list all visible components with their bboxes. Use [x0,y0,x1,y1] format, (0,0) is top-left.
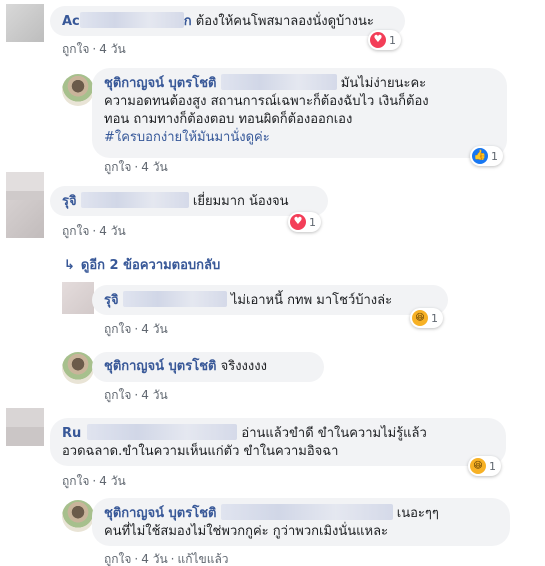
like-link[interactable]: ถูกใจ [104,552,131,566]
timestamp[interactable]: 4 วัน [141,552,167,566]
comment-author[interactable]: ชุติกาญจน์ บุตรโชติ [104,359,216,374]
avatar[interactable] [62,352,94,384]
comment-author[interactable]: รุจิ [104,293,119,308]
timestamp[interactable]: 4 วัน [141,322,167,336]
redacted-text [220,504,393,520]
avatar[interactable] [6,408,44,446]
view-more-replies-link[interactable]: ↳ ดูอีก 2 ข้อความตอบกลับ [64,254,220,275]
love-icon: ♥ [370,32,386,48]
avatar[interactable] [62,500,94,532]
comment-text: ต้องให้คนโพสมาลองนั่งดูบ้างนะ [195,14,374,29]
comment-thread: Ac ก ต้องให้คนโพสมาลองนั่งดูบ้างนะ ♥ 1 ถูก… [0,0,545,566]
redacted-name [80,192,189,208]
comment-text: จริงงงงง [220,359,267,374]
reaction-count-value: 1 [309,215,316,229]
comment-text: เยี่ยมมาก น้องจน [192,194,289,209]
reaction-count-value: 1 [389,33,396,47]
reaction-count[interactable]: ♥ 1 [368,30,401,50]
avatar[interactable] [62,74,94,106]
comment-meta: ถูกใจ · 4 วัน [62,224,126,238]
comment-text-line: คนที่ไม่ใช้สมองไม่ใช่พวกกูค่ะ กูว่าพวกเม… [104,524,389,539]
timestamp[interactable]: 4 วัน [99,42,125,56]
comment-meta: ถูกใจ · 4 วัน [62,474,126,488]
timestamp[interactable]: 4 วัน [141,160,167,174]
like-link[interactable]: ถูกใจ [62,42,89,56]
comment-meta: ถูกใจ · 4 วัน [104,322,168,336]
comment-bubble: Ru อ่านแล้วขำดี ขำในความไม่รู้แล้ว อวดฉล… [50,418,506,466]
hashtag-link[interactable]: #ใครบอกง่ายให้มันมานั่งดูค่ะ [104,129,495,147]
avatar[interactable] [62,282,94,314]
reaction-count-value: 1 [431,311,438,325]
edited-label[interactable]: แก้ไขแล้ว [177,552,228,566]
comment-meta: ถูกใจ · 4 วัน · แก้ไขแล้ว [104,552,229,566]
comment-meta: ถูกใจ · 4 วัน [62,42,126,56]
like-icon: 👍 [472,148,488,164]
comment-author[interactable]: Ru [62,426,81,441]
reply-arrow-icon: ↳ [64,258,75,273]
timestamp[interactable]: 4 วัน [141,388,167,402]
comment-text-line: อวดฉลาด.ขำในความเห็นแก่ตัว ขำในความอิจฉา [62,444,339,459]
like-link[interactable]: ถูกใจ [62,224,89,238]
comment-author[interactable]: ชุติกาญจน์ บุตรโชติ [104,506,216,521]
reaction-count[interactable]: 😆 1 [410,308,443,328]
comment-author-suffix[interactable]: ก [184,14,192,29]
comment-author[interactable]: Ac [62,14,80,29]
comment-text-line: ทอน ถามทางก็ต้องตอบ ทอนผิดก็ต้องออกเอง [104,112,353,127]
reaction-count[interactable]: 👍 1 [470,146,503,166]
like-link[interactable]: ถูกใจ [104,322,131,336]
haha-icon: 😆 [412,310,428,326]
comment-text-line: อ่านแล้วขำดี ขำในความไม่รู้แล้ว [241,426,427,441]
timestamp[interactable]: 4 วัน [99,474,125,488]
haha-icon: 😆 [470,458,486,474]
like-link[interactable]: ถูกใจ [104,160,131,174]
reaction-count-value: 1 [489,459,496,473]
timestamp[interactable]: 4 วัน [99,224,125,238]
love-icon: ♥ [290,214,306,230]
comment-text-line: เนอะๆๆ [396,506,439,521]
avatar-fragment [6,200,44,238]
comment-bubble: รุจิ เยี่ยมมาก น้องจน [50,186,328,216]
comment-meta: ถูกใจ · 4 วัน [104,388,168,402]
comment-bubble: Ac ก ต้องให้คนโพสมาลองนั่งดูบ้างนะ [50,6,405,36]
comment-text-line: มันไม่ง่ายนะคะ [340,76,427,91]
comment-bubble: ชุติกาญจน์ บุตรโชติ เนอะๆๆ คนที่ไม่ใช้สม… [92,498,510,546]
reaction-count-value: 1 [491,149,498,163]
avatar[interactable] [6,4,44,42]
reaction-count[interactable]: 😆 1 [468,456,501,476]
comment-meta: ถูกใจ · 4 วัน [104,160,168,174]
redacted-name [79,12,184,28]
view-more-replies-label: ดูอีก 2 ข้อความตอบกลับ [80,258,221,273]
comment-bubble: รุจิ ไม่เอาหนี้ กทพ มาโชว์บ้างล่ะ [92,285,448,315]
like-link[interactable]: ถูกใจ [104,388,131,402]
comment-text-line: ความอดทนต้องสูง สถานการณ์เฉพาะก็ต้องฉับไ… [104,94,429,109]
comment-bubble: ชุติกาญจน์ บุตรโชติ จริงงงงง [92,352,324,382]
like-link[interactable]: ถูกใจ [62,474,89,488]
comment-author[interactable]: รุจิ [62,194,77,209]
redacted-name [87,424,238,440]
redacted-name [122,291,227,307]
redacted-text [220,74,337,90]
comment-bubble: ชุติกาญจน์ บุตรโชติ มันไม่ง่ายนะคะ ความอ… [92,68,507,158]
comment-author[interactable]: ชุติกาญจน์ บุตรโชติ [104,76,216,91]
comment-text: ไม่เอาหนี้ กทพ มาโชว์บ้างล่ะ [230,293,393,308]
reaction-count[interactable]: ♥ 1 [288,212,321,232]
